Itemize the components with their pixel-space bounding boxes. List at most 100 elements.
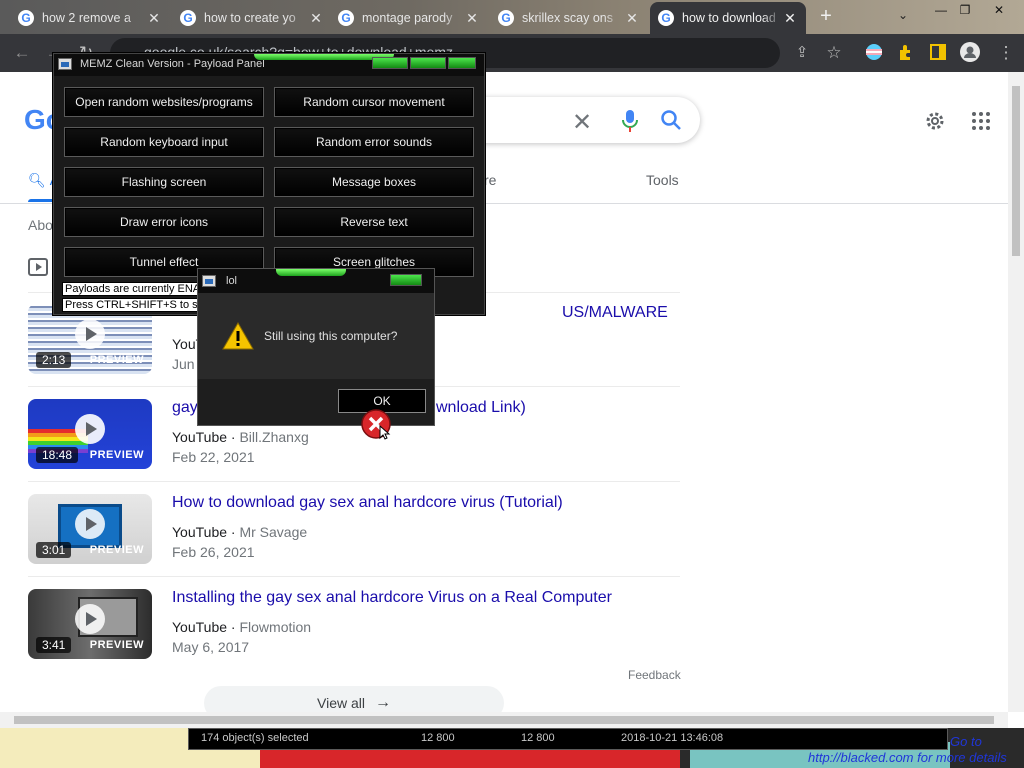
video-thumbnail[interactable]: 3:41 PREVIEW xyxy=(28,589,152,659)
tab-label: how to create yo xyxy=(204,11,296,25)
result-date: Jun xyxy=(172,356,195,372)
arrow-right-icon: → xyxy=(375,694,391,711)
result-source: YouTube · Mr Savage xyxy=(172,524,308,540)
warning-icon xyxy=(222,321,254,351)
tab-search-chevron-icon[interactable]: ⌄ xyxy=(898,8,908,22)
bookmark-star-icon[interactable]: ☆ xyxy=(824,43,844,63)
payload-button[interactable]: Random error sounds xyxy=(274,127,474,157)
result-title[interactable]: US/MALWARE xyxy=(562,304,668,322)
videos-section-icon xyxy=(28,258,48,276)
horizontal-scroll-thumb[interactable] xyxy=(14,716,994,724)
result-source: YouTube · Bill.Zhanxg xyxy=(172,429,309,445)
settings-gear-icon[interactable] xyxy=(924,110,946,132)
profile-avatar-icon[interactable] xyxy=(960,42,980,62)
google-favicon-icon: G xyxy=(338,10,354,26)
result-title-tail[interactable]: wnload Link) xyxy=(436,399,526,417)
payload-button[interactable]: Reverse text xyxy=(274,207,474,237)
sidepanel-icon[interactable] xyxy=(928,42,948,62)
result-source: YouTube · Flowmotion xyxy=(172,619,312,635)
source-channel: Flowmotion xyxy=(239,619,312,635)
share-icon[interactable]: ⇪ xyxy=(792,43,812,63)
source-site: YouTube xyxy=(172,429,228,445)
tab-5-active[interactable]: G how to download ✕ xyxy=(650,2,806,34)
tab-tools[interactable]: Tools xyxy=(646,172,679,188)
search-icon[interactable] xyxy=(660,109,682,131)
video-duration: 3:01 xyxy=(36,542,72,558)
result-title[interactable]: gay xyxy=(172,399,198,417)
tab-2[interactable]: G how to create yo ✕ xyxy=(172,2,332,34)
extensions-puzzle-icon[interactable] xyxy=(896,42,916,62)
tab-close-icon[interactable]: ✕ xyxy=(146,10,162,27)
video-result[interactable]: 3:01 PREVIEW How to download gay sex ana… xyxy=(28,494,680,566)
dialog-titlebar[interactable]: lol xyxy=(198,269,434,293)
result-divider xyxy=(28,481,680,482)
google-favicon-icon: G xyxy=(180,10,196,26)
vertical-scroll-thumb[interactable] xyxy=(1012,86,1020,256)
result-divider xyxy=(28,576,680,577)
video-thumbnail[interactable]: 18:48 PREVIEW xyxy=(28,399,152,469)
back-arrow-icon[interactable]: ← xyxy=(12,43,32,63)
close-icon[interactable] xyxy=(390,274,422,286)
play-icon xyxy=(75,319,105,349)
ad-link-text[interactable]: http://blacked.com for more details xyxy=(808,750,1007,765)
microphone-icon[interactable] xyxy=(622,109,638,133)
maximize-icon[interactable] xyxy=(410,57,446,69)
new-tab-button[interactable]: + xyxy=(816,6,836,27)
dialog-title: lol xyxy=(226,275,238,287)
result-stats: Abo xyxy=(28,217,53,233)
minimize-icon[interactable]: — xyxy=(930,3,952,17)
ad-goto-text: Go to xyxy=(950,734,982,749)
google-apps-icon[interactable] xyxy=(972,112,990,130)
play-icon xyxy=(75,509,105,539)
titlebar-glow xyxy=(276,269,346,276)
explorer-status-bar: 174 object(s) selected 12 800 12 800 201… xyxy=(188,728,948,750)
dialog-message: Still using this computer? xyxy=(264,329,398,343)
payload-button[interactable]: Open random websites/programs xyxy=(64,87,264,117)
result-title[interactable]: How to download gay sex anal hardcore vi… xyxy=(172,494,563,512)
source-site: YouTube xyxy=(172,619,228,635)
date-modified: 2018-10-21 13:46:08 xyxy=(621,732,724,744)
tab-close-icon[interactable]: ✕ xyxy=(782,10,798,27)
search-small-icon: 🔍︎ xyxy=(28,172,46,188)
video-duration: 2:13 xyxy=(36,352,72,368)
close-window-icon[interactable]: ✕ xyxy=(988,3,1010,17)
memz-titlebar[interactable]: MEMZ Clean Version - Payload Panel xyxy=(54,54,484,76)
video-thumbnail[interactable]: 3:01 PREVIEW xyxy=(28,494,152,564)
tab-label: how 2 remove a xyxy=(42,11,131,25)
tab-4[interactable]: G skrillex scay ons ✕ xyxy=(490,2,648,34)
preview-label: PREVIEW xyxy=(89,544,144,556)
tab-close-icon[interactable]: ✕ xyxy=(464,10,480,27)
error-icon xyxy=(360,408,392,440)
payload-button[interactable]: Draw error icons xyxy=(64,207,264,237)
play-icon xyxy=(75,414,105,444)
preview-label: PREVIEW xyxy=(89,639,144,651)
result-title[interactable]: Installing the gay sex anal hardcore Vir… xyxy=(172,589,612,607)
close-icon[interactable] xyxy=(448,57,476,69)
feedback-link[interactable]: Feedback xyxy=(628,668,681,682)
extension-flag-icon[interactable] xyxy=(864,42,884,62)
tab-3[interactable]: G montage parody ✕ xyxy=(330,2,488,34)
tab-more[interactable]: re xyxy=(484,172,496,188)
payload-button[interactable]: Random keyboard input xyxy=(64,127,264,157)
source-channel: Bill.Zhanxg xyxy=(239,429,309,445)
video-result[interactable]: 3:41 PREVIEW Installing the gay sex anal… xyxy=(28,589,680,661)
result-date: May 6, 2017 xyxy=(172,639,250,655)
play-icon xyxy=(75,604,105,634)
selection-count: 174 object(s) selected xyxy=(201,732,309,744)
result-date: Feb 22, 2021 xyxy=(172,449,255,465)
source-site: YouTube xyxy=(172,524,228,540)
clear-search-icon[interactable]: ✕ xyxy=(572,108,592,137)
window-app-icon xyxy=(58,58,72,70)
tab-1[interactable]: G how 2 remove a ✕ xyxy=(10,2,170,34)
restore-icon[interactable]: ❐ xyxy=(954,3,976,17)
chrome-menu-icon[interactable]: ⋮ xyxy=(996,43,1016,63)
tab-close-icon[interactable]: ✕ xyxy=(308,10,324,27)
minimize-icon[interactable] xyxy=(372,57,408,69)
google-favicon-icon: G xyxy=(658,10,674,26)
payload-button[interactable]: Random cursor movement xyxy=(274,87,474,117)
payload-button[interactable]: Message boxes xyxy=(274,167,474,197)
tab-close-icon[interactable]: ✕ xyxy=(624,10,640,27)
tab-label: how to download xyxy=(682,11,776,25)
memz-window-title: MEMZ Clean Version - Payload Panel xyxy=(80,58,265,70)
payload-button[interactable]: Flashing screen xyxy=(64,167,264,197)
